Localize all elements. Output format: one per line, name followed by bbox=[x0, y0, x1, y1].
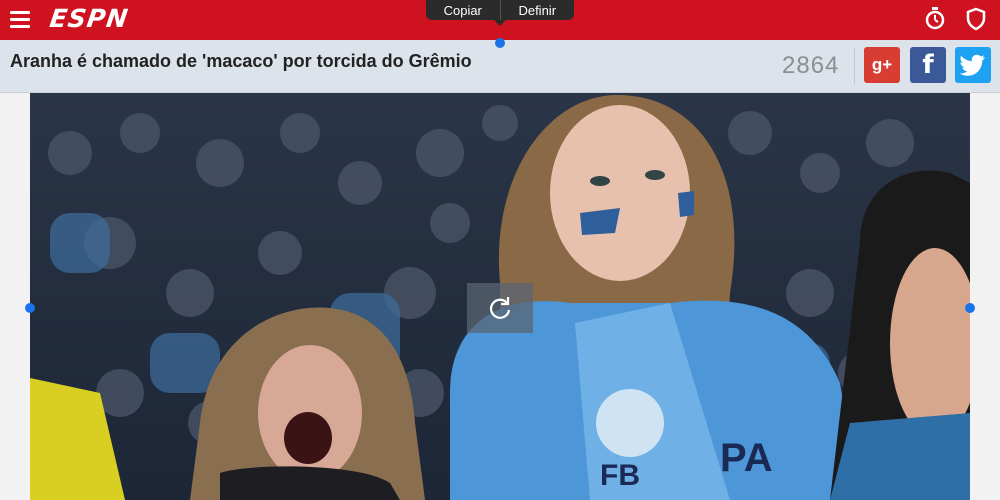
espn-logo[interactable]: ESPN bbox=[48, 4, 130, 33]
shield-icon[interactable] bbox=[966, 7, 986, 31]
popup-arrow bbox=[494, 20, 506, 26]
reload-icon bbox=[489, 297, 511, 319]
stopwatch-icon[interactable] bbox=[924, 7, 946, 31]
twitter-bird-icon bbox=[960, 54, 985, 76]
copy-button[interactable]: Copiar bbox=[426, 3, 500, 18]
twitter-button[interactable] bbox=[955, 47, 991, 83]
top-icons bbox=[924, 7, 986, 31]
svg-text:FB: FB bbox=[600, 459, 640, 492]
text-selection-popup: Copiar Definir bbox=[426, 0, 574, 20]
facebook-button[interactable]: f bbox=[910, 47, 946, 83]
svg-text:PA: PA bbox=[720, 436, 773, 480]
menu-icon[interactable] bbox=[8, 7, 32, 31]
right-margin bbox=[970, 93, 1000, 500]
share-count: 2864 bbox=[782, 52, 840, 79]
selection-handle-right[interactable] bbox=[965, 303, 975, 313]
divider bbox=[854, 48, 855, 84]
left-margin bbox=[0, 93, 30, 500]
article-headline[interactable]: Aranha é chamado de 'macaco' por torcida… bbox=[10, 51, 472, 72]
reload-button[interactable] bbox=[467, 283, 533, 333]
define-button[interactable]: Definir bbox=[501, 3, 575, 18]
selection-handle-left[interactable] bbox=[25, 303, 35, 313]
google-plus-button[interactable]: g+ bbox=[864, 47, 900, 83]
selection-handle-top[interactable] bbox=[495, 38, 505, 48]
